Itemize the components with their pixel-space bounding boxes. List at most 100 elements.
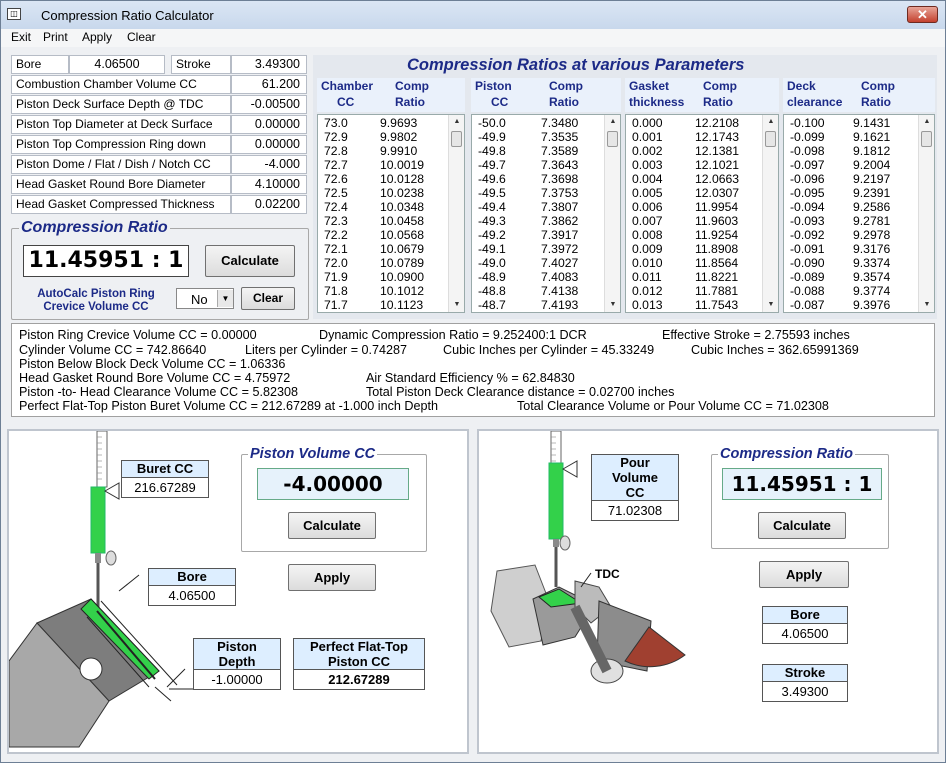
close-button[interactable]: ✕ [907, 6, 938, 23]
table-row[interactable]: -0.087 9.3976 [790, 298, 910, 312]
table-row[interactable]: 0.004 12.0663 [632, 172, 752, 186]
right-calculate-button[interactable]: Calculate [758, 512, 846, 539]
table-row[interactable]: -0.095 9.2391 [790, 186, 910, 200]
table-row[interactable]: -0.089 9.3574 [790, 270, 910, 284]
input-field[interactable]: 61.200 [231, 75, 307, 94]
clear-button[interactable]: Clear [241, 287, 295, 310]
table-row[interactable]: -49.0 7.4027 [478, 256, 598, 270]
table-row[interactable]: 72.1 10.0679 [324, 242, 444, 256]
input-field[interactable]: 0.00000 [231, 115, 307, 134]
autocalc-select[interactable]: No ▼ [176, 288, 234, 309]
table-scrollbar[interactable]: ▲ ▼ [604, 115, 620, 312]
table-row[interactable]: 72.2 10.0568 [324, 228, 444, 242]
table-scrollbar[interactable]: ▲ ▼ [762, 115, 778, 312]
scroll-up-icon[interactable]: ▲ [605, 115, 621, 129]
table-row[interactable]: 72.9 9.9802 [324, 130, 444, 144]
table-row[interactable]: 72.0 10.0789 [324, 256, 444, 270]
table-row[interactable]: -50.0 7.3480 [478, 116, 598, 130]
scroll-up-icon[interactable]: ▲ [763, 115, 779, 129]
menu-clear[interactable]: Clear [127, 30, 156, 44]
calculate-button[interactable]: Calculate [205, 245, 295, 277]
menu-apply[interactable]: Apply [82, 30, 112, 44]
table-row[interactable]: -49.4 7.3807 [478, 200, 598, 214]
scroll-thumb[interactable] [451, 131, 462, 147]
table-row[interactable]: 72.5 10.0238 [324, 186, 444, 200]
table-row[interactable]: 72.6 10.0128 [324, 172, 444, 186]
table-row[interactable]: -49.2 7.3917 [478, 228, 598, 242]
input-field[interactable]: -0.00500 [231, 95, 307, 114]
table-row[interactable]: 0.000 12.2108 [632, 116, 752, 130]
scroll-up-icon[interactable]: ▲ [919, 115, 935, 129]
bore-input[interactable]: 4.06500 [69, 55, 165, 74]
table-row[interactable]: -49.5 7.3753 [478, 186, 598, 200]
table-list[interactable]: -0.100 9.1431 -0.099 9.1621 -0.098 9.1812 -0.0… [783, 114, 935, 313]
table-list[interactable]: -50.0 7.3480 -49.9 7.3535 -49.8 7.3589 -49.7 7.… [471, 114, 621, 313]
table-row[interactable]: 0.012 11.7881 [632, 284, 752, 298]
scroll-down-icon[interactable]: ▼ [919, 298, 935, 312]
table-row[interactable]: -0.098 9.1812 [790, 144, 910, 158]
right-apply-button[interactable]: Apply [759, 561, 849, 588]
table-row[interactable]: 72.8 9.9910 [324, 144, 444, 158]
piston-volume-apply-button[interactable]: Apply [288, 564, 376, 591]
piston-depth-input[interactable]: -1.00000 [194, 670, 280, 689]
table-list[interactable]: 73.0 9.9693 72.9 9.9802 72.8 9.9910 72.7 10.001… [317, 114, 465, 313]
table-row[interactable]: -49.1 7.3972 [478, 242, 598, 256]
table-list[interactable]: 0.000 12.2108 0.001 12.1743 0.002 12.1381 0.00… [625, 114, 779, 313]
table-row[interactable]: 0.006 11.9954 [632, 200, 752, 214]
scroll-thumb[interactable] [607, 131, 618, 147]
table-row[interactable]: 72.4 10.0348 [324, 200, 444, 214]
table-row[interactable]: 0.003 12.1021 [632, 158, 752, 172]
table-row[interactable]: -49.9 7.3535 [478, 130, 598, 144]
table-row[interactable]: 0.010 11.8564 [632, 256, 752, 270]
table-scrollbar[interactable]: ▲ ▼ [918, 115, 934, 312]
input-field[interactable]: 4.10000 [231, 175, 307, 194]
chevron-down-icon[interactable]: ▼ [217, 290, 233, 307]
table-row[interactable]: 0.009 11.8908 [632, 242, 752, 256]
table-row[interactable]: 73.0 9.9693 [324, 116, 444, 130]
flat-top-value: 212.67289 [328, 672, 390, 687]
table-row[interactable]: 0.013 11.7543 [632, 298, 752, 312]
table-row[interactable]: -49.6 7.3698 [478, 172, 598, 186]
table-row[interactable]: -49.3 7.3862 [478, 214, 598, 228]
table-row[interactable]: -0.093 9.2781 [790, 214, 910, 228]
scroll-down-icon[interactable]: ▼ [605, 298, 621, 312]
scroll-thumb[interactable] [765, 131, 776, 147]
table-row[interactable]: 72.3 10.0458 [324, 214, 444, 228]
scroll-down-icon[interactable]: ▼ [763, 298, 779, 312]
table-row[interactable]: 72.7 10.0019 [324, 158, 444, 172]
table-row[interactable]: -0.099 9.1621 [790, 130, 910, 144]
table-row[interactable]: -49.8 7.3589 [478, 144, 598, 158]
table-row[interactable]: 0.008 11.9254 [632, 228, 752, 242]
table-row[interactable]: -48.9 7.4083 [478, 270, 598, 284]
table-row[interactable]: 0.002 12.1381 [632, 144, 752, 158]
table-row[interactable]: 71.8 10.1012 [324, 284, 444, 298]
scroll-up-icon[interactable]: ▲ [449, 115, 465, 129]
table-row[interactable]: 0.001 12.1743 [632, 130, 752, 144]
table-row[interactable]: -0.091 9.3176 [790, 242, 910, 256]
table-row[interactable]: -48.8 7.4138 [478, 284, 598, 298]
scroll-thumb[interactable] [921, 131, 932, 147]
input-field[interactable]: -4.000 [231, 155, 307, 174]
table-row[interactable]: 71.9 10.0900 [324, 270, 444, 284]
menu-exit[interactable]: Exit [11, 30, 31, 44]
table-row[interactable]: -0.090 9.3374 [790, 256, 910, 270]
table-row[interactable]: -0.088 9.3774 [790, 284, 910, 298]
table-row[interactable]: 71.7 10.1123 [324, 298, 444, 312]
piston-volume-calculate-button[interactable]: Calculate [288, 512, 376, 539]
table-row[interactable]: -0.097 9.2004 [790, 158, 910, 172]
table-scrollbar[interactable]: ▲ ▼ [448, 115, 464, 312]
menu-print[interactable]: Print [43, 30, 68, 44]
table-row[interactable]: 0.007 11.9603 [632, 214, 752, 228]
stroke-input[interactable]: 3.49300 [231, 55, 307, 74]
table-row[interactable]: -0.092 9.2978 [790, 228, 910, 242]
table-row[interactable]: -49.7 7.3643 [478, 158, 598, 172]
table-row[interactable]: -48.7 7.4193 [478, 298, 598, 312]
input-field[interactable]: 0.00000 [231, 135, 307, 154]
table-row[interactable]: -0.094 9.2586 [790, 200, 910, 214]
table-row[interactable]: -0.100 9.1431 [790, 116, 910, 130]
scroll-down-icon[interactable]: ▼ [449, 298, 465, 312]
input-field[interactable]: 0.02200 [231, 195, 307, 214]
table-row[interactable]: 0.011 11.8221 [632, 270, 752, 284]
table-row[interactable]: 0.005 12.0307 [632, 186, 752, 200]
table-row[interactable]: -0.096 9.2197 [790, 172, 910, 186]
